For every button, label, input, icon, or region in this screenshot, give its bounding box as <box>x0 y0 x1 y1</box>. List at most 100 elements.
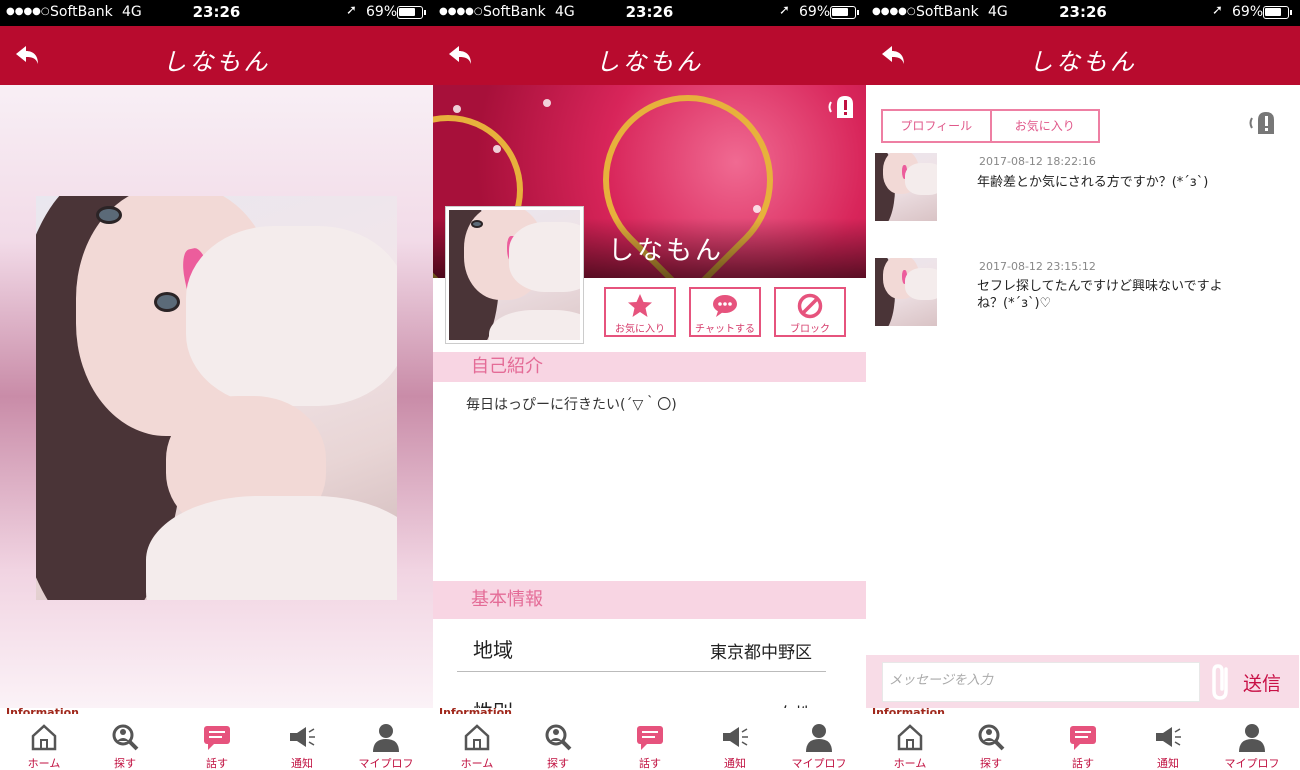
tab-home[interactable]: ホーム <box>441 722 513 770</box>
megaphone-icon <box>723 727 748 747</box>
tab-home[interactable]: ホーム <box>874 722 946 770</box>
tab-home[interactable]: ホーム <box>8 722 80 770</box>
tab-myprofile-label: マイプロフ <box>358 757 414 770</box>
tab-myprofile[interactable]: マイプロフ <box>1216 722 1288 770</box>
home-icon <box>464 724 490 751</box>
search-icon <box>978 724 1005 751</box>
profile-screen: ●●●●○ SoftBank 4G 23:26 ➚ 69% しなもん しなもん … <box>433 0 866 770</box>
tab-myprofile[interactable]: マイプロフ <box>783 722 855 770</box>
tab-talk[interactable]: 話す <box>1047 722 1119 770</box>
message-text: セフレ探してたんですけど興味ないですよね？(*´з`)♡ <box>977 279 1223 311</box>
status-bar: ●●●●○ SoftBank 4G 23:26 ➚ 69% <box>433 0 866 26</box>
tab-search[interactable]: 探す <box>89 722 161 770</box>
chat-button-label: チャットする <box>695 324 755 335</box>
chat-tabs: プロフィール お気に入り <box>881 109 1100 143</box>
information-label: Information <box>6 706 79 714</box>
tab-talk[interactable]: 話す <box>181 722 253 770</box>
tab-search[interactable]: 探す <box>522 722 594 770</box>
message-text: 年齢差とか気にされる方ですか？(*´з`) <box>977 175 1209 190</box>
profile-icon <box>1239 724 1265 752</box>
nav-header: しなもん <box>0 26 433 85</box>
tab-home-label: ホーム <box>893 757 927 770</box>
screens-row: ●●●●○ SoftBank 4G 23:26 ➚ 69% しなもん Infor… <box>0 0 1300 770</box>
star-icon <box>628 294 652 317</box>
nav-header: しなもん <box>433 26 866 85</box>
message-avatar[interactable] <box>875 153 937 221</box>
send-button[interactable]: 送信 <box>1243 669 1281 696</box>
tab-notice[interactable]: 通知 <box>266 722 338 770</box>
tab-notice-label: 通知 <box>291 757 313 770</box>
tab-bar: Information ホーム 探す 話す 通知 マイプロフ <box>0 706 433 770</box>
tab-myprofile[interactable]: マイプロフ <box>350 722 422 770</box>
tab-myprofile-label: マイプロフ <box>791 757 847 770</box>
megaphone-icon <box>1156 727 1181 747</box>
tab-home-label: ホーム <box>27 757 61 770</box>
info-row-value: 東京都中野区 <box>710 643 812 663</box>
chat-icon <box>1070 726 1096 750</box>
chat-screen: ●●●●○ SoftBank 4G 23:26 ➚ 69% しなもん プロフィー… <box>866 0 1300 770</box>
profile-name: しなもん <box>608 236 725 266</box>
info-row-gender: 性別 女性 <box>457 690 826 710</box>
message-composer: メッセージを入力 送信 <box>866 655 1299 708</box>
tab-talk-label: 話す <box>1072 757 1094 770</box>
tab-myprofile-label: マイプロフ <box>1224 757 1280 770</box>
message-input[interactable]: メッセージを入力 <box>882 662 1200 702</box>
report-alarm-icon[interactable] <box>825 92 861 120</box>
location-arrow-icon: ➚ <box>346 3 357 18</box>
photo-screen: ●●●●○ SoftBank 4G 23:26 ➚ 69% しなもん Infor… <box>0 0 433 770</box>
megaphone-icon <box>290 727 315 747</box>
block-button[interactable]: ブロック <box>774 287 846 337</box>
tab-talk[interactable]: 話す <box>614 722 686 770</box>
page-title: しなもん <box>1029 48 1137 76</box>
battery-icon <box>830 6 859 19</box>
basic-info-header: 基本情報 <box>433 581 866 619</box>
message-timestamp: 2017-08-12 23:15:12 <box>979 260 1096 273</box>
battery-percent: 69% <box>799 4 831 20</box>
report-alarm-icon[interactable] <box>1246 108 1282 136</box>
tab-talk-label: 話す <box>639 757 661 770</box>
info-row-key: 地域 <box>473 638 513 662</box>
location-arrow-icon: ➚ <box>779 3 790 18</box>
profile-avatar[interactable] <box>445 206 584 344</box>
chat-icon <box>204 726 230 750</box>
location-arrow-icon: ➚ <box>1212 3 1223 18</box>
search-icon <box>545 724 572 751</box>
page-title: しなもん <box>162 48 271 76</box>
favorite-button-label: お気に入り <box>615 324 665 335</box>
intro-section-header: 自己紹介 <box>433 352 866 382</box>
tab-profile[interactable]: プロフィール <box>883 111 990 141</box>
profile-icon <box>806 724 832 752</box>
information-label: Information <box>872 706 945 714</box>
tab-notice[interactable]: 通知 <box>1132 722 1204 770</box>
favorite-button[interactable]: お気に入り <box>604 287 676 337</box>
intro-text: 毎日はっぴーに行きたい(´▽｀〇) <box>466 397 677 413</box>
page-title: しなもん <box>595 48 704 76</box>
tab-notice-label: 通知 <box>724 757 746 770</box>
attachment-clip-icon[interactable] <box>1206 661 1236 703</box>
status-bar: ●●●●○ SoftBank 4G 23:26 ➚ 69% <box>0 0 433 26</box>
chat-icon <box>637 726 663 750</box>
chat-button[interactable]: チャットする <box>689 287 761 337</box>
tab-notice-label: 通知 <box>1157 757 1179 770</box>
tab-bar: Information ホーム 探す 話す 通知 マイプロフ <box>866 706 1300 770</box>
tab-favorites[interactable]: お気に入り <box>989 111 1099 141</box>
tab-search[interactable]: 探す <box>955 722 1027 770</box>
prohibited-icon <box>797 293 823 319</box>
home-icon <box>897 724 923 751</box>
profile-icon <box>373 724 399 752</box>
battery-icon <box>397 6 426 19</box>
battery-percent: 69% <box>366 4 398 20</box>
block-button-label: ブロック <box>790 324 830 335</box>
status-bar: ●●●●○ SoftBank 4G 23:26 ➚ 69% <box>866 0 1300 26</box>
tab-talk-label: 話す <box>206 757 228 770</box>
battery-percent: 69% <box>1232 4 1264 20</box>
tab-search-label: 探す <box>114 757 136 770</box>
message-timestamp: 2017-08-12 18:22:16 <box>979 155 1096 168</box>
profile-photo-large[interactable] <box>36 196 397 600</box>
speech-bubble-icon <box>713 295 737 317</box>
information-label: Information <box>439 706 512 714</box>
message-avatar[interactable] <box>875 258 937 326</box>
tab-notice[interactable]: 通知 <box>699 722 771 770</box>
tab-search-label: 探す <box>980 757 1002 770</box>
info-row-region: 地域 東京都中野区 <box>457 620 826 672</box>
